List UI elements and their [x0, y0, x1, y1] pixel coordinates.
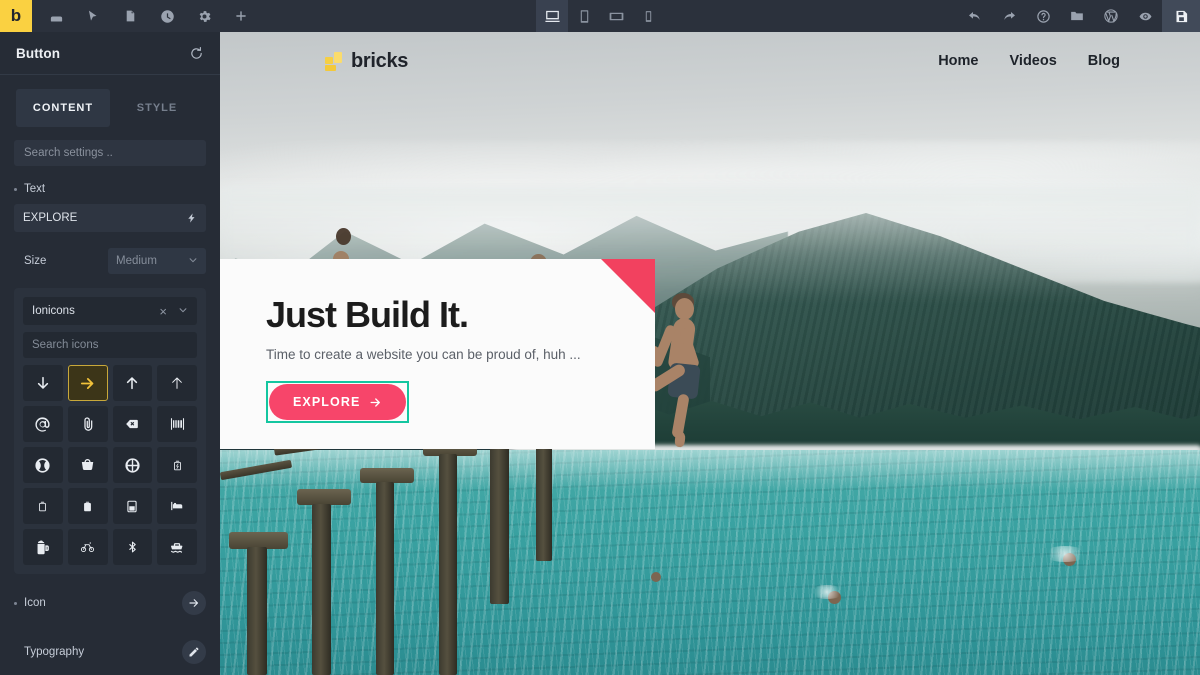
- tab-content[interactable]: CONTENT: [16, 89, 110, 127]
- settings-icon[interactable]: [194, 6, 214, 26]
- typography-control-label: Typography: [24, 646, 85, 658]
- icon-library-value: Ionicons: [32, 305, 75, 317]
- bather-silhouette: [335, 228, 351, 246]
- icon-cell-barcode[interactable]: [157, 406, 197, 442]
- logo-letter: b: [10, 6, 22, 25]
- icon-picker: Ionicons ×: [14, 288, 206, 574]
- icon-cell-basket[interactable]: [67, 447, 108, 483]
- icon-cell-arrow-down[interactable]: [23, 365, 63, 401]
- icon-control: Icon: [0, 591, 220, 615]
- hero-content: Just Build It. Time to create a website …: [220, 259, 655, 423]
- icon-grid: [23, 365, 197, 565]
- icon-cell-at[interactable]: [23, 406, 63, 442]
- folder-icon[interactable]: [1060, 0, 1094, 32]
- text-input[interactable]: EXPLORE: [14, 204, 206, 232]
- cursor-icon[interactable]: [83, 6, 103, 26]
- plus-icon[interactable]: [231, 6, 251, 26]
- redo-icon[interactable]: [992, 0, 1026, 32]
- icon-cell-bluetooth[interactable]: [112, 529, 153, 565]
- size-select[interactable]: Medium: [108, 248, 206, 274]
- structure-icon[interactable]: [46, 6, 66, 26]
- icon-cell-arrow-up-bold[interactable]: [112, 365, 153, 401]
- panel-tabs: CONTENT STYLE: [0, 75, 220, 127]
- explore-button-label: EXPLORE: [293, 395, 361, 409]
- undo-icon[interactable]: [958, 0, 992, 32]
- mobile-icon[interactable]: [632, 0, 664, 32]
- hero-heading: Just Build It.: [266, 294, 469, 335]
- icon-cell-bicycle[interactable]: [67, 529, 108, 565]
- page-preview-canvas[interactable]: bricks Home Videos Blog Just Build It. T…: [220, 32, 1200, 675]
- help-icon[interactable]: [1026, 0, 1060, 32]
- desktop-icon[interactable]: [536, 0, 568, 32]
- preview-eye-icon[interactable]: [1128, 0, 1162, 32]
- toolbar-left-group: [32, 0, 251, 32]
- site-header: bricks Home Videos Blog: [220, 32, 1200, 90]
- icon-cell-battery-full[interactable]: [67, 488, 108, 524]
- icon-library-actions: ×: [159, 304, 188, 319]
- nav-link-home[interactable]: Home: [938, 53, 978, 69]
- size-control: Size Medium: [0, 248, 220, 274]
- builder-toolbar: b: [0, 0, 1200, 32]
- icon-cell-attach-paperclip[interactable]: [67, 406, 108, 442]
- bricks-logo-button[interactable]: b: [0, 0, 32, 32]
- icon-search-input[interactable]: [23, 332, 197, 358]
- text-input-value: EXPLORE: [23, 212, 78, 224]
- icon-library-select[interactable]: Ionicons ×: [23, 297, 197, 325]
- icon-cell-baseball[interactable]: [23, 447, 63, 483]
- hero-card[interactable]: Just Build It. Time to create a website …: [220, 259, 655, 449]
- chevron-down-icon[interactable]: [178, 305, 188, 318]
- history-icon[interactable]: [157, 6, 177, 26]
- selected-element-outline: EXPLORE: [266, 381, 410, 423]
- pages-icon[interactable]: [120, 6, 140, 26]
- site-nav: Home Videos Blog: [938, 53, 1120, 69]
- tablet-landscape-icon[interactable]: [600, 0, 632, 32]
- site-brand[interactable]: bricks: [325, 50, 408, 73]
- search-settings-input[interactable]: [14, 140, 206, 166]
- icon-cell-arrow-up-thin[interactable]: [157, 365, 197, 401]
- site-brand-name: bricks: [351, 49, 409, 72]
- icon-cell-bed[interactable]: [157, 488, 197, 524]
- icon-control-label: Icon: [14, 597, 46, 609]
- device-switcher: [536, 0, 664, 32]
- arrow-right-icon[interactable]: [182, 591, 206, 615]
- typography-control: Typography: [0, 640, 220, 664]
- icon-cell-beer[interactable]: [23, 529, 63, 565]
- wordpress-icon[interactable]: [1094, 0, 1128, 32]
- pencil-edit-icon[interactable]: [182, 640, 206, 664]
- tab-style[interactable]: STYLE: [110, 89, 204, 127]
- size-control-label: Size: [24, 255, 47, 267]
- element-settings-panel: Button CONTENT STYLE Text EXPLORE Size M…: [0, 32, 220, 675]
- icon-cell-battery-charging[interactable]: [157, 447, 197, 483]
- icon-cell-boat[interactable]: [157, 529, 197, 565]
- bricks-logo-icon: [325, 51, 342, 71]
- size-select-value: Medium: [116, 255, 157, 267]
- pier-structure: [220, 436, 671, 675]
- icon-cell-beaker[interactable]: [112, 488, 153, 524]
- jumping-person: [645, 282, 717, 450]
- panel-title: Button: [16, 45, 61, 61]
- save-button[interactable]: [1162, 0, 1200, 32]
- toolbar-right-group: [958, 0, 1200, 32]
- water-splash: [809, 584, 844, 599]
- hero-subheading: Time to create a website you can be prou…: [266, 347, 581, 362]
- close-icon[interactable]: ×: [159, 304, 167, 319]
- lightning-bolt-icon[interactable]: [186, 211, 197, 225]
- text-control-label: Text: [14, 183, 206, 195]
- panel-header: Button: [0, 32, 220, 75]
- icon-cell-battery-empty[interactable]: [23, 488, 63, 524]
- reset-icon[interactable]: [189, 46, 204, 61]
- icon-cell-backspace[interactable]: [112, 406, 153, 442]
- tablet-portrait-icon[interactable]: [568, 0, 600, 32]
- text-control: Text EXPLORE: [0, 166, 220, 232]
- chevron-down-icon: [188, 255, 198, 268]
- explore-button[interactable]: EXPLORE: [269, 384, 407, 420]
- nav-link-blog[interactable]: Blog: [1088, 53, 1120, 69]
- icon-cell-basketball[interactable]: [112, 447, 153, 483]
- icon-cell-arrow-right[interactable]: [67, 365, 108, 401]
- nav-link-videos[interactable]: Videos: [1010, 53, 1057, 69]
- arrow-right-icon: [369, 396, 382, 409]
